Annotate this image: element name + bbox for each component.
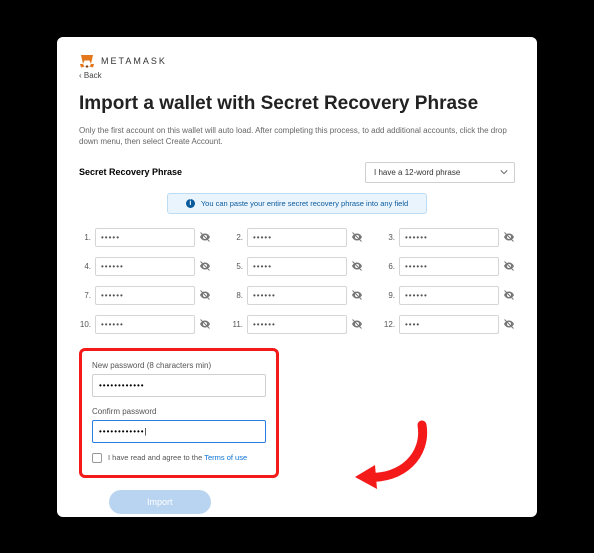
confirm-password-label: Confirm password (92, 407, 266, 416)
word-input-6[interactable] (399, 257, 499, 276)
word-input-2[interactable] (247, 228, 347, 247)
word-cell: 2. (231, 228, 363, 247)
eye-slash-icon[interactable] (199, 260, 211, 272)
word-input-7[interactable] (95, 286, 195, 305)
hint-banner: i You can paste your entire secret recov… (167, 193, 427, 214)
word-cell: 10. (79, 315, 211, 334)
word-input-1[interactable] (95, 228, 195, 247)
word-cell: 5. (231, 257, 363, 276)
terms-row: I have read and agree to the Terms of us… (92, 453, 266, 463)
word-input-10[interactable] (95, 315, 195, 334)
word-cell: 1. (79, 228, 211, 247)
eye-slash-icon[interactable] (503, 260, 515, 272)
srp-section-label: Secret Recovery Phrase (79, 167, 182, 177)
recovery-phrase-grid: 1. 2. 3. 4. 5. 6. 7. 8. 9. 10. 11. 12. (79, 228, 515, 334)
password-highlight-box: New password (8 characters min) Confirm … (79, 348, 279, 478)
eye-slash-icon[interactable] (199, 318, 211, 330)
chevron-down-icon (500, 168, 508, 176)
word-cell: 8. (231, 286, 363, 305)
import-button[interactable]: Import (109, 490, 211, 514)
word-cell: 4. (79, 257, 211, 276)
word-input-11[interactable] (247, 315, 347, 334)
word-cell: 3. (383, 228, 515, 247)
eye-slash-icon[interactable] (503, 318, 515, 330)
word-input-4[interactable] (95, 257, 195, 276)
word-input-8[interactable] (247, 286, 347, 305)
word-cell: 6. (383, 257, 515, 276)
import-wallet-page: METAMASK ‹ Back Import a wallet with Sec… (57, 37, 537, 517)
terms-text: I have read and agree to the Terms of us… (108, 453, 247, 462)
phrase-length-select[interactable]: I have a 12-word phrase (365, 162, 515, 183)
word-input-5[interactable] (247, 257, 347, 276)
word-cell: 11. (231, 315, 363, 334)
eye-slash-icon[interactable] (199, 289, 211, 301)
back-link[interactable]: ‹ Back (79, 71, 515, 80)
word-input-9[interactable] (399, 286, 499, 305)
metamask-fox-icon (79, 53, 95, 69)
annotation-arrow-icon (347, 415, 437, 495)
word-input-12[interactable] (399, 315, 499, 334)
word-cell: 12. (383, 315, 515, 334)
eye-slash-icon[interactable] (351, 231, 363, 243)
new-password-input[interactable] (92, 374, 266, 397)
new-password-label: New password (8 characters min) (92, 361, 266, 370)
word-cell: 9. (383, 286, 515, 305)
eye-slash-icon[interactable] (503, 289, 515, 301)
eye-slash-icon[interactable] (351, 289, 363, 301)
hint-text: You can paste your entire secret recover… (201, 199, 408, 208)
word-input-3[interactable] (399, 228, 499, 247)
eye-slash-icon[interactable] (351, 260, 363, 272)
terms-link[interactable]: Terms of use (204, 453, 247, 462)
phrase-length-value: I have a 12-word phrase (374, 168, 460, 177)
word-cell: 7. (79, 286, 211, 305)
header: METAMASK ‹ Back (79, 53, 515, 80)
eye-slash-icon[interactable] (503, 231, 515, 243)
eye-slash-icon[interactable] (199, 231, 211, 243)
info-icon: i (186, 199, 195, 208)
terms-checkbox[interactable] (92, 453, 102, 463)
brand-name: METAMASK (101, 56, 167, 66)
confirm-password-input[interactable] (92, 420, 266, 443)
eye-slash-icon[interactable] (351, 318, 363, 330)
description: Only the first account on this wallet wi… (79, 125, 515, 147)
page-title: Import a wallet with Secret Recovery Phr… (79, 92, 515, 116)
